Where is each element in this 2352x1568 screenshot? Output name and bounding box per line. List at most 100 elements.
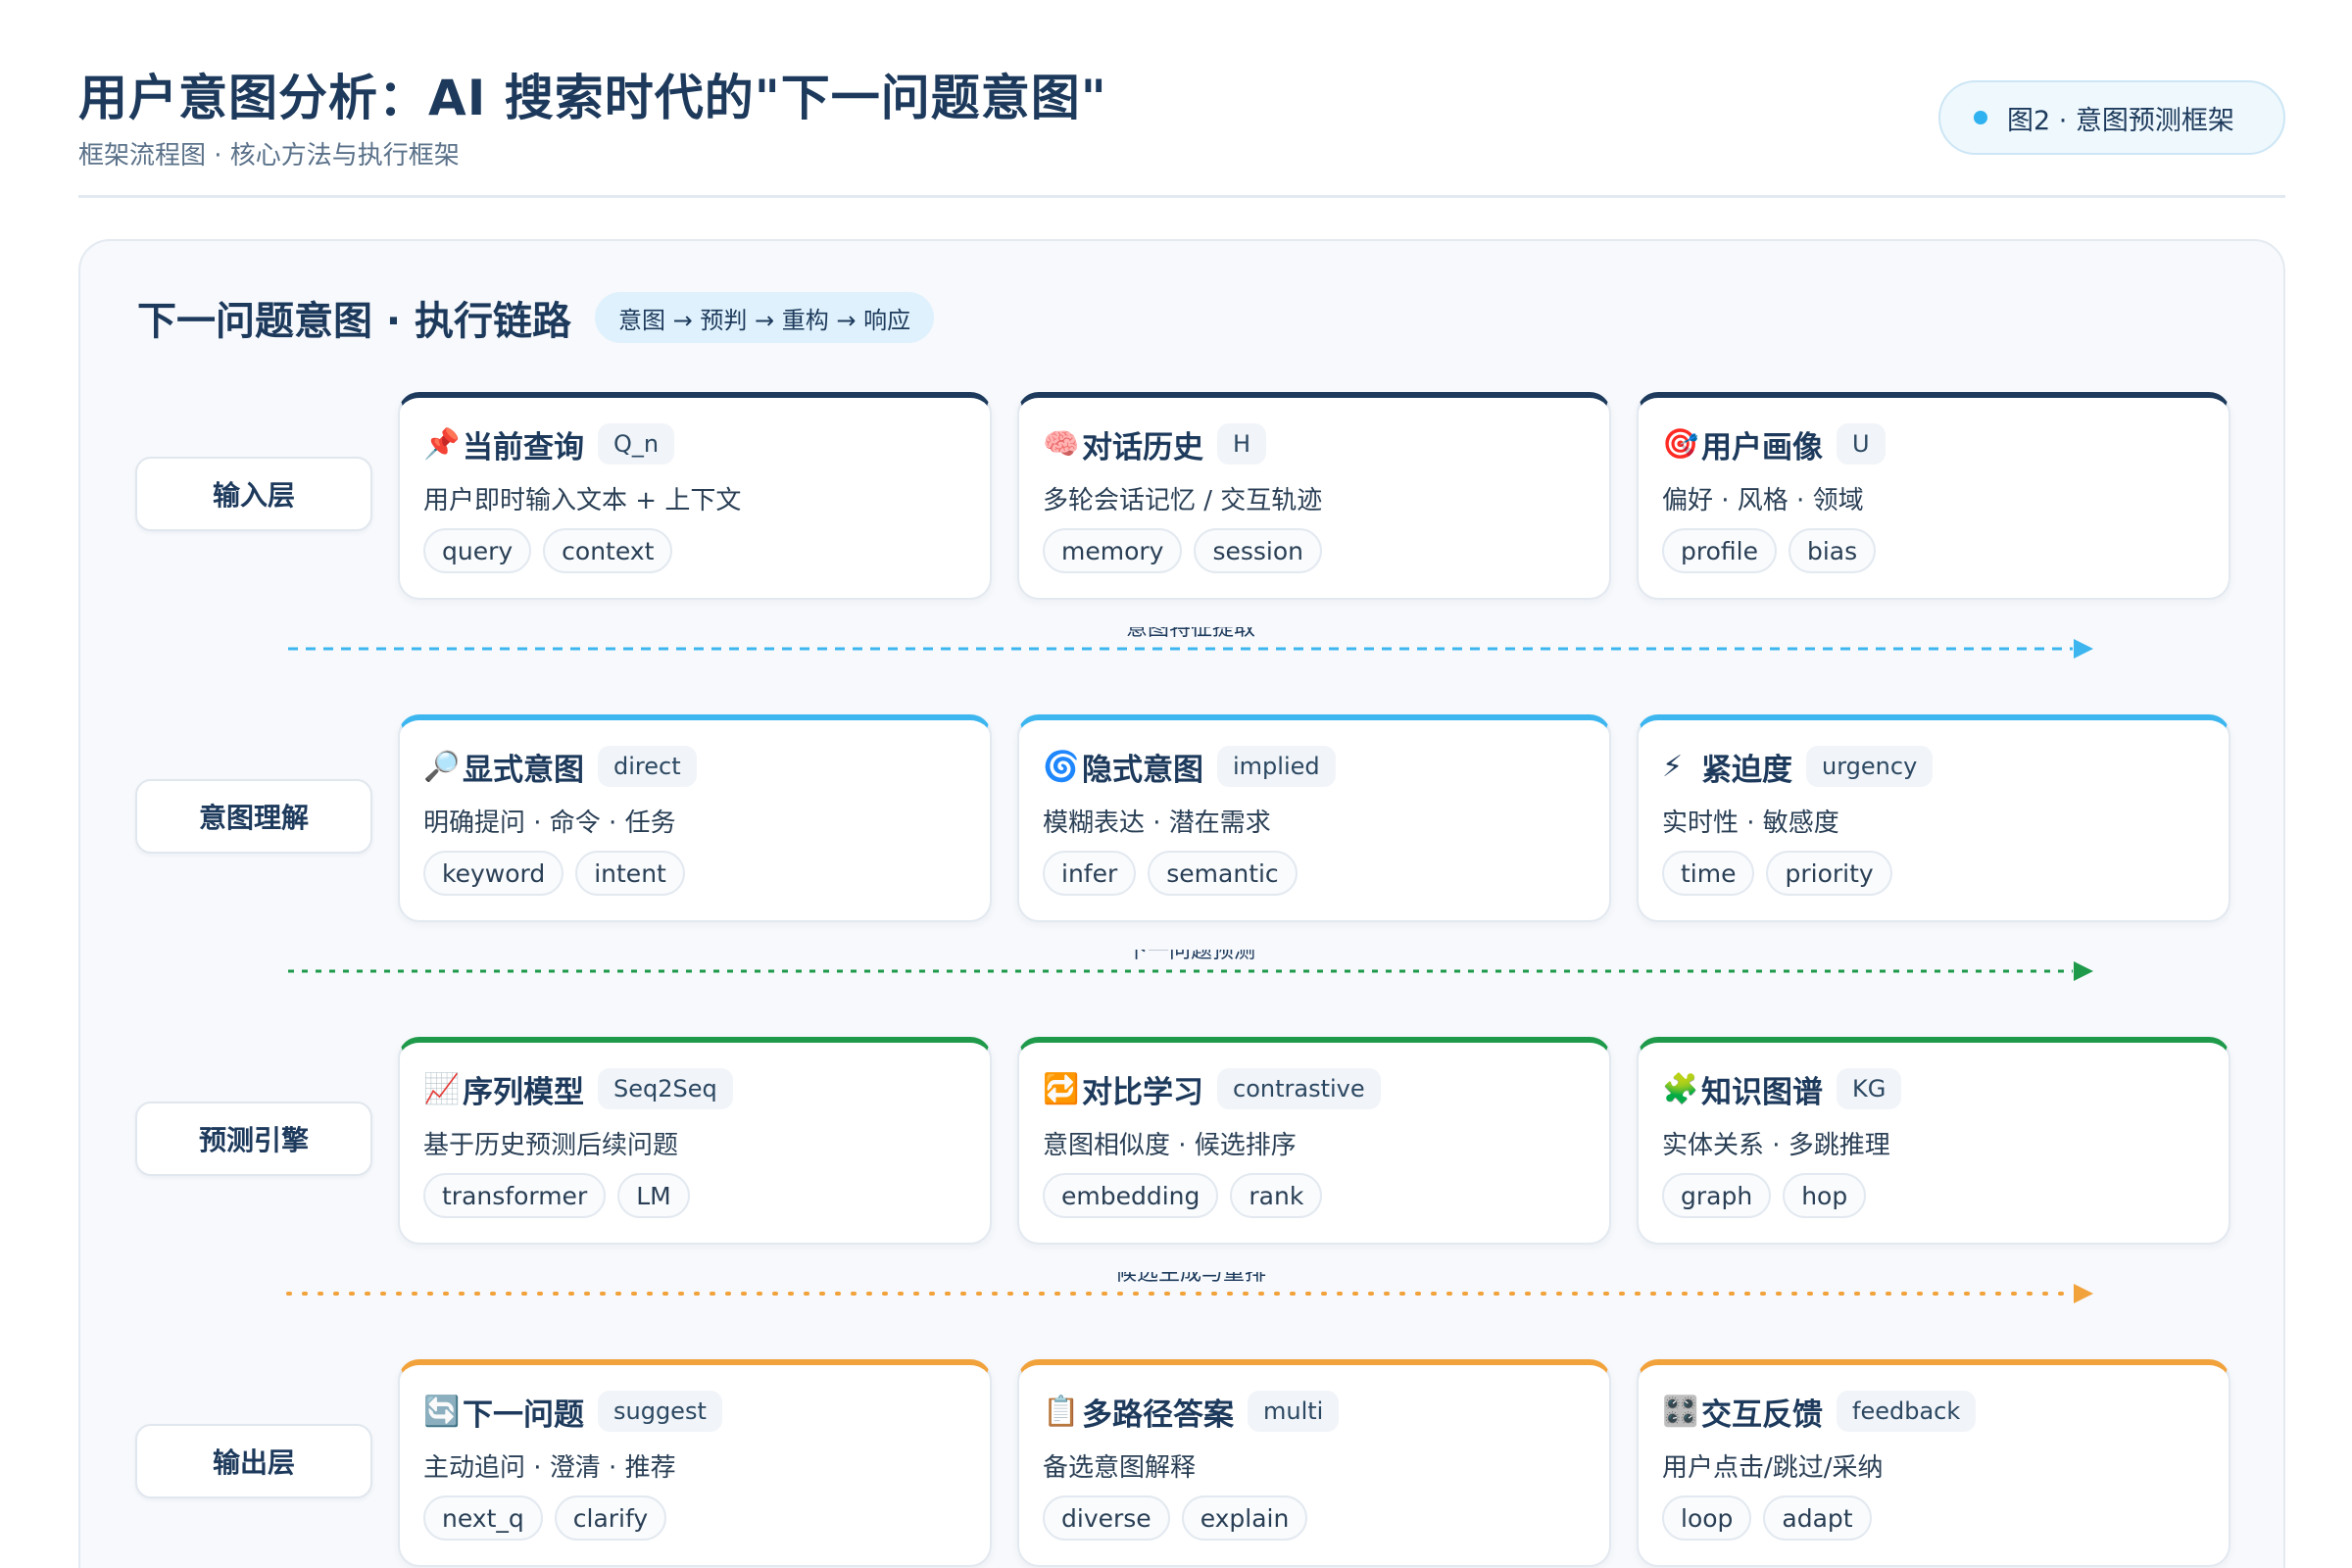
- figure-badge-label: 图2 · 意图预测框架: [2007, 105, 2234, 136]
- card-symbol: Q_n: [598, 423, 675, 465]
- card-title: 下一问题: [463, 1396, 584, 1433]
- flow-label: 候选生成与重排: [1114, 1272, 1266, 1286]
- card-tags: infer semantic: [1043, 851, 1588, 896]
- page-title: 用户意图分析：AI 搜索时代的"下一问题意图": [78, 70, 1107, 126]
- component-card: 🌀 隐式意图 implied 模糊表达 · 潜在需求 infer semantic: [1017, 714, 1611, 922]
- tag-chip: LM: [617, 1173, 690, 1218]
- card-header: 🧩 知识图谱 KG: [1662, 1066, 2207, 1111]
- lightning-icon: ⚡: [1662, 749, 1684, 784]
- component-card: 🧩 知识图谱 KG 实体关系 · 多跳推理 graph hop: [1637, 1037, 2230, 1245]
- card-tags: loop adapt: [1662, 1495, 2207, 1541]
- card-symbol: feedback: [1837, 1391, 1977, 1432]
- cyclone-icon: 🌀: [1043, 749, 1080, 784]
- card-header: 🎯 用户画像 U: [1662, 421, 2207, 466]
- tag-chip: time: [1662, 851, 1755, 896]
- card-description: 备选意图解释: [1043, 1453, 1197, 1483]
- card-title: 交互反馈: [1701, 1396, 1823, 1433]
- card-symbol: Seq2Seq: [598, 1068, 733, 1109]
- card-description: 实时性 · 敏感度: [1662, 808, 1839, 838]
- card-description: 主动追问 · 澄清 · 推荐: [423, 1453, 676, 1483]
- clipboard-icon: 📋: [1043, 1394, 1080, 1429]
- card-symbol: U: [1837, 423, 1886, 465]
- card-symbol: KG: [1837, 1068, 1902, 1109]
- flow-arrow: 意图特征提取: [284, 627, 2097, 672]
- control-knobs-icon: 🎛️: [1662, 1394, 1699, 1429]
- card-tags: embedding rank: [1043, 1173, 1588, 1218]
- card-description: 用户即时输入文本 + 上下文: [423, 486, 742, 515]
- puzzle-icon: 🧩: [1662, 1071, 1699, 1106]
- card-title: 对话历史: [1082, 429, 1203, 466]
- card-header: 🌀 隐式意图 implied: [1043, 744, 1588, 789]
- layer-label: 意图理解: [135, 779, 372, 854]
- panel-title: 下一问题意图 · 执行链路: [137, 299, 572, 344]
- tag-chip: session: [1194, 528, 1323, 573]
- tag-chip: keyword: [423, 851, 564, 896]
- card-header: 🔁 对比学习 contrastive: [1043, 1066, 1588, 1111]
- badge-dot-icon: [1974, 111, 1987, 124]
- component-card: 🎛️ 交互反馈 feedback 用户点击/跳过/采纳 loop adapt: [1637, 1359, 2230, 1567]
- card-header: 📌 当前查询 Q_n: [423, 421, 968, 466]
- card-title: 序列模型: [463, 1074, 584, 1110]
- figure-badge: 图2 · 意图预测框架: [1938, 80, 2285, 155]
- arrowhead-icon: [2074, 1284, 2093, 1303]
- tag-chip: intent: [575, 851, 685, 896]
- tag-chip: context: [543, 528, 673, 573]
- card-tags: profile bias: [1662, 528, 2207, 573]
- card-description: 明确提问 · 命令 · 任务: [423, 808, 676, 838]
- card-title: 当前查询: [463, 429, 584, 466]
- card-header: 🧠 对话历史 H: [1043, 421, 1588, 466]
- card-title: 知识图谱: [1701, 1074, 1823, 1110]
- component-card: 🎯 用户画像 U 偏好 · 风格 · 领域 profile bias: [1637, 392, 2230, 600]
- flow-label: 意图特征提取: [1125, 627, 1255, 641]
- chart-increasing-icon: 📈: [423, 1071, 461, 1106]
- flow-label-wrap: 候选生成与重排: [1112, 1272, 1269, 1286]
- card-symbol: contrastive: [1217, 1068, 1381, 1109]
- card-title: 隐式意图: [1082, 752, 1203, 788]
- card-title: 紧迫度: [1701, 752, 1792, 788]
- arrowhead-icon: [2074, 639, 2093, 659]
- refresh-icon: 🔄: [423, 1394, 461, 1429]
- card-tags: diverse explain: [1043, 1495, 1588, 1541]
- target-icon: 🎯: [1662, 426, 1699, 462]
- card-header: 📋 多路径答案 multi: [1043, 1389, 1588, 1434]
- tag-chip: graph: [1662, 1173, 1772, 1218]
- card-tags: memory session: [1043, 528, 1588, 573]
- layer-label: 输入层: [135, 457, 372, 531]
- page-subtitle: 框架流程图 · 核心方法与执行框架: [78, 141, 460, 171]
- component-card: 🔎 显式意图 direct 明确提问 · 命令 · 任务 keyword intent: [398, 714, 992, 922]
- tag-chip: infer: [1043, 851, 1137, 896]
- card-symbol: H: [1217, 423, 1267, 465]
- card-description: 多轮会话记忆 / 交互轨迹: [1043, 486, 1323, 515]
- tag-chip: diverse: [1043, 1495, 1170, 1541]
- card-title: 多路径答案: [1082, 1396, 1234, 1433]
- repeat-icon: 🔁: [1043, 1071, 1080, 1106]
- panel-header: 下一问题意图 · 执行链路 意图 → 预判 → 重构 → 响应: [137, 290, 935, 345]
- tag-chip: query: [423, 528, 532, 573]
- flow-label-wrap: 下一问题预测: [1112, 950, 1269, 963]
- flow-label: 下一问题预测: [1125, 950, 1255, 963]
- component-card: 📋 多路径答案 multi 备选意图解释 diverse explain: [1017, 1359, 1611, 1567]
- tag-chip: next_q: [423, 1495, 543, 1541]
- component-card: 🔁 对比学习 contrastive 意图相似度 · 候选排序 embedding ran…: [1017, 1037, 1611, 1245]
- card-title: 对比学习: [1082, 1074, 1203, 1110]
- card-title: 显式意图: [463, 752, 584, 788]
- card-symbol: multi: [1248, 1391, 1340, 1432]
- card-description: 实体关系 · 多跳推理: [1662, 1131, 1890, 1160]
- component-card: 🔄 下一问题 suggest 主动追问 · 澄清 · 推荐 next_q clarify: [398, 1359, 992, 1567]
- pushpin-icon: 📌: [423, 426, 461, 462]
- flow-label-wrap: 意图特征提取: [1112, 627, 1269, 641]
- card-header: 🔎 显式意图 direct: [423, 744, 968, 789]
- card-tags: time priority: [1662, 851, 2207, 896]
- tag-chip: loop: [1662, 1495, 1752, 1541]
- magnifier-icon: 🔎: [423, 749, 461, 784]
- tag-chip: adapt: [1763, 1495, 1872, 1541]
- tag-chip: semantic: [1148, 851, 1298, 896]
- chain-chip: 意图 → 预判 → 重构 → 响应: [595, 292, 935, 343]
- card-header: ⚡ 紧迫度 urgency: [1662, 744, 2207, 789]
- card-symbol: urgency: [1806, 746, 1934, 787]
- arrowhead-icon: [2074, 961, 2093, 981]
- card-symbol: suggest: [598, 1391, 722, 1432]
- card-tags: graph hop: [1662, 1173, 2207, 1218]
- component-card: 📌 当前查询 Q_n 用户即时输入文本 + 上下文 query context: [398, 392, 992, 600]
- brain-icon: 🧠: [1043, 426, 1080, 462]
